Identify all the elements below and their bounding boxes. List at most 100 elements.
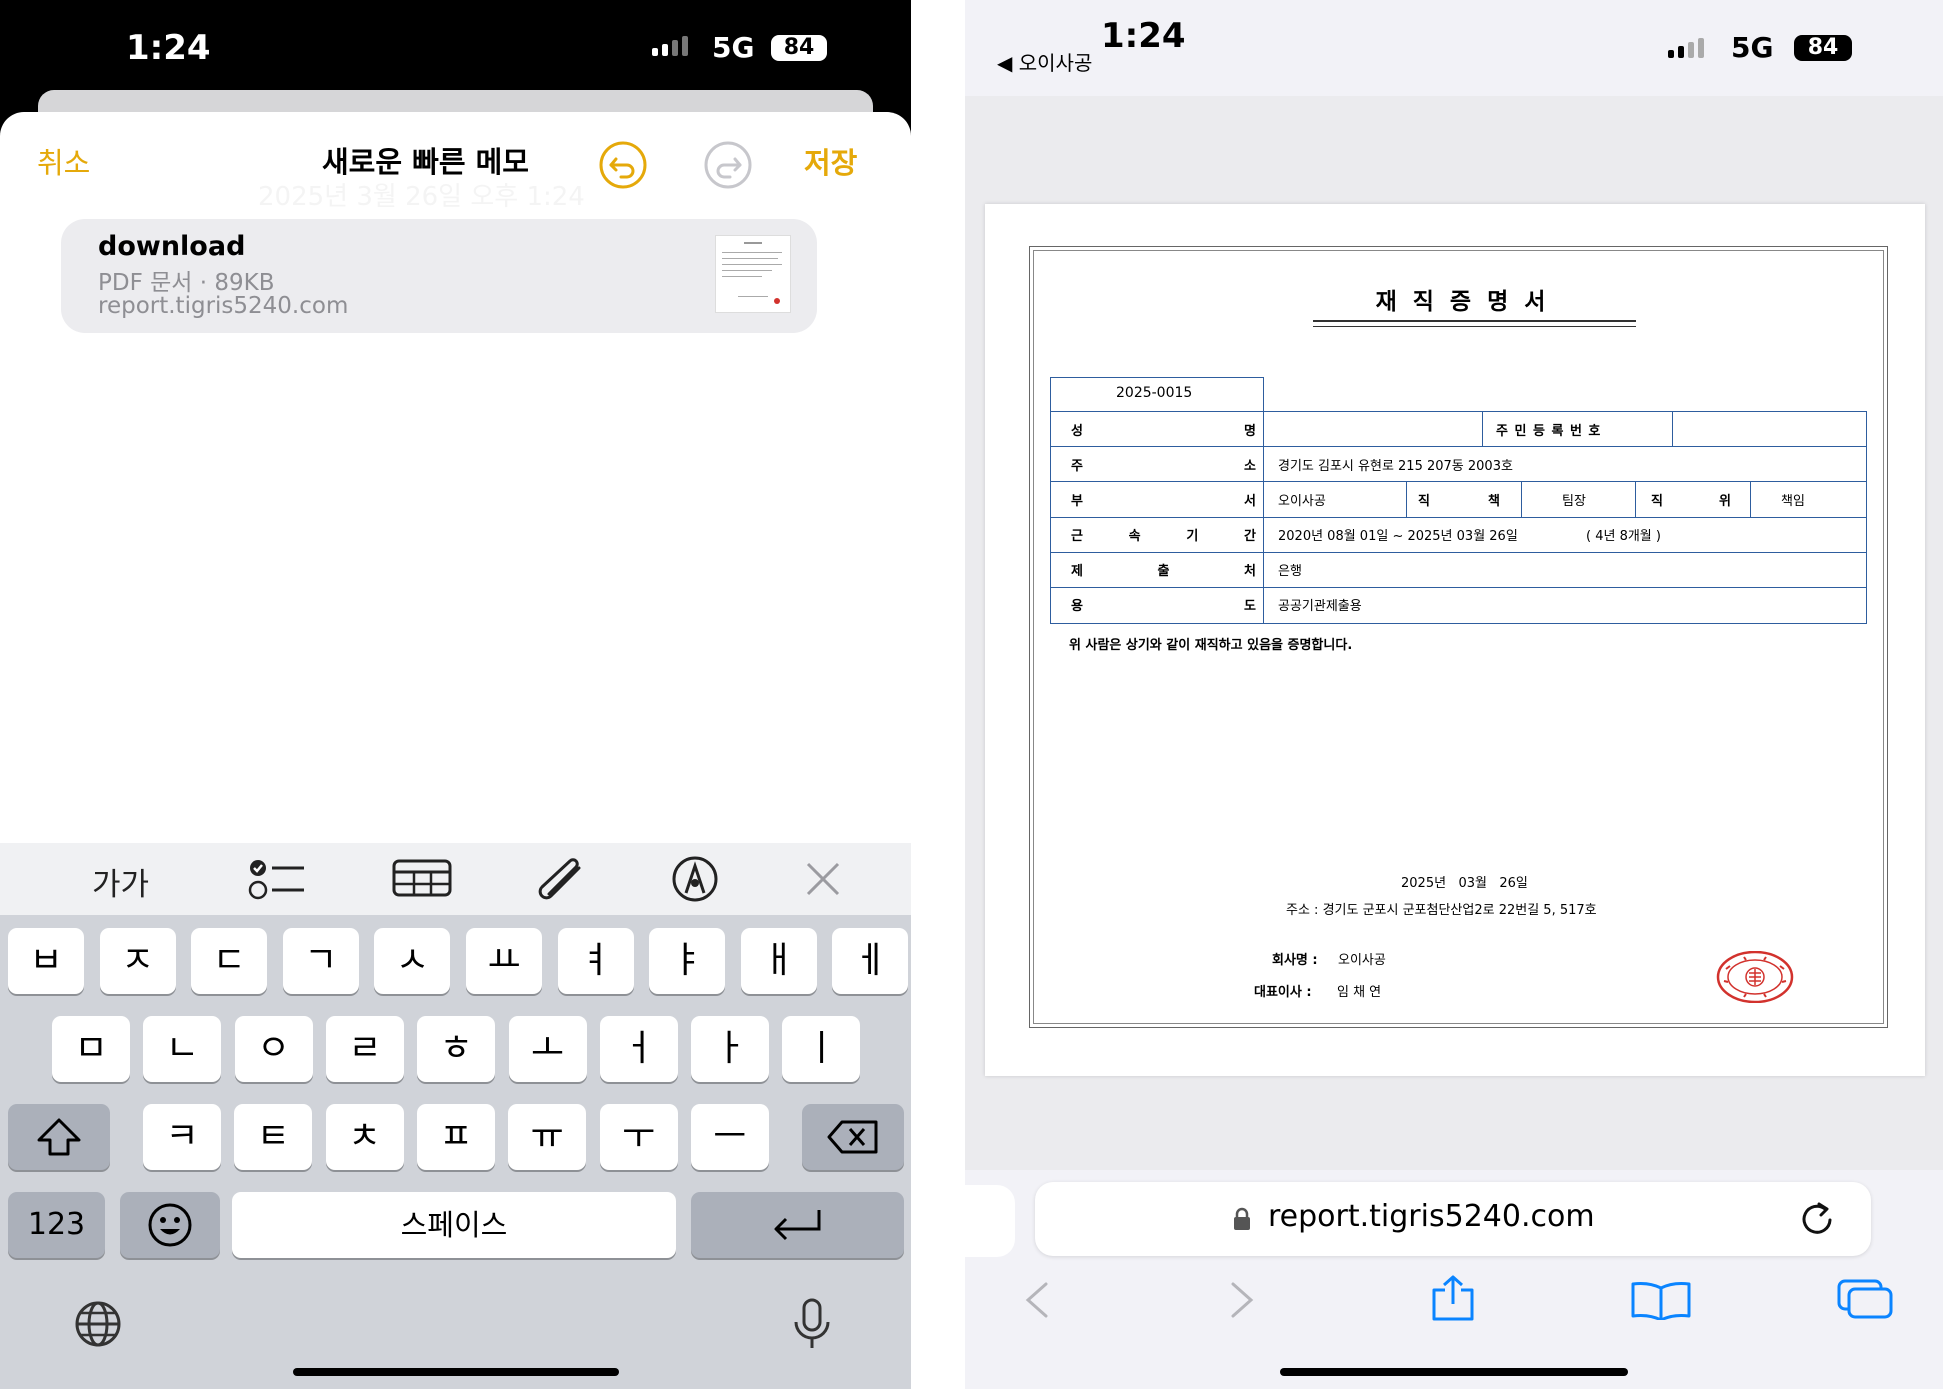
memo-title: 새로운 빠른 메모 bbox=[322, 145, 529, 179]
attachment-name: download bbox=[98, 231, 246, 262]
markup-pen-icon[interactable] bbox=[669, 856, 721, 902]
key-row2-8[interactable]: ㅣ bbox=[782, 1016, 861, 1082]
key-row3-3[interactable]: ㅍ bbox=[416, 1104, 495, 1170]
battery-icon: 84 bbox=[771, 35, 827, 61]
address-bar[interactable]: report.tigris5240.com bbox=[1035, 1182, 1871, 1256]
back-arrow-icon[interactable] bbox=[1022, 1281, 1052, 1319]
return-key[interactable] bbox=[691, 1192, 904, 1258]
status-time: 1:24 bbox=[126, 28, 211, 68]
company-seal bbox=[1716, 951, 1794, 1003]
key-row2-2[interactable]: ㅇ bbox=[234, 1016, 313, 1082]
key-row1-8[interactable]: ㅐ bbox=[740, 928, 817, 994]
undo-icon[interactable] bbox=[596, 138, 650, 192]
certification-statement: 위 사람은 상기와 같이 재직하고 있음을 증명합니다. bbox=[1069, 638, 1353, 653]
reload-icon[interactable] bbox=[1797, 1200, 1837, 1238]
signal-icon bbox=[1668, 38, 1704, 58]
key-row1-6[interactable]: ㅕ bbox=[557, 928, 634, 994]
space-key[interactable]: 스페이스 bbox=[232, 1192, 676, 1258]
address-value: 경기도 김포시 유현로 215 207동 2003호 bbox=[1278, 459, 1513, 474]
rank-value: 책임 bbox=[1781, 494, 1805, 509]
signal-icon bbox=[652, 36, 688, 56]
redo-icon[interactable] bbox=[701, 138, 755, 192]
numbers-key[interactable]: 123 bbox=[8, 1192, 105, 1258]
resident-number-label: 주 민 등 록 번 호 bbox=[1496, 424, 1602, 439]
key-row1-4[interactable]: ㅅ bbox=[374, 928, 451, 994]
period-extra: ( 4년 8개월 ) bbox=[1586, 529, 1661, 544]
forward-arrow-icon[interactable] bbox=[1227, 1281, 1257, 1319]
department-label: 부 서 bbox=[1071, 494, 1256, 509]
key-row1-1[interactable]: ㅈ bbox=[99, 928, 176, 994]
key-row1-3[interactable]: ㄱ bbox=[282, 928, 359, 994]
key-row1-7[interactable]: ㅑ bbox=[649, 928, 726, 994]
duty-value: 팀장 bbox=[1562, 494, 1586, 509]
address-label: 주 소 bbox=[1071, 459, 1256, 474]
checklist-icon[interactable] bbox=[248, 858, 306, 900]
key-row2-4[interactable]: ㅎ bbox=[417, 1016, 496, 1082]
key-row2-6[interactable]: ㅓ bbox=[599, 1016, 678, 1082]
format-toolbar: 가가 bbox=[0, 843, 911, 915]
name-label: 성 명 bbox=[1071, 424, 1256, 439]
period-label: 근 속 기 간 bbox=[1071, 529, 1256, 544]
bookmarks-icon[interactable] bbox=[1629, 1280, 1693, 1320]
back-to-app-link[interactable]: ◀ 오이사공 bbox=[997, 47, 1092, 76]
share-icon[interactable] bbox=[1428, 1274, 1478, 1322]
save-button[interactable]: 저장 bbox=[804, 140, 857, 182]
key-row1-5[interactable]: ㅛ bbox=[466, 928, 542, 994]
period-value: 2020년 08월 01일 ~ 2025년 03월 26일 bbox=[1278, 529, 1518, 544]
shift-key[interactable] bbox=[8, 1104, 110, 1170]
key-row3-6[interactable]: ㅡ bbox=[690, 1104, 769, 1170]
attachment-meta: PDF 문서 · 89KB bbox=[98, 270, 275, 296]
pdf-thumbnail bbox=[715, 235, 791, 313]
left-phone-screen: 1:24 5G 84 취소 새로운 빠른 메모 2025년 3월 26일 오후 … bbox=[0, 0, 911, 1389]
key-row2-3[interactable]: ㄹ bbox=[325, 1016, 404, 1082]
key-row3-2[interactable]: ㅊ bbox=[325, 1104, 404, 1170]
key-row1-0[interactable]: ㅂ bbox=[8, 928, 84, 994]
submit-to-value: 은행 bbox=[1278, 564, 1302, 579]
ceo-label: 대표이사 : bbox=[1254, 985, 1312, 1000]
paperclip-icon[interactable] bbox=[535, 856, 585, 902]
key-row3-5[interactable]: ㅜ bbox=[599, 1104, 678, 1170]
table-icon[interactable] bbox=[392, 859, 452, 897]
purpose-value: 공공기관제출용 bbox=[1278, 599, 1362, 614]
doc-number: 2025-0015 bbox=[1116, 385, 1193, 401]
url-text: report.tigris5240.com bbox=[1268, 1199, 1595, 1234]
attachment-domain: report.tigris5240.com bbox=[98, 293, 349, 319]
ceo-name: 임 채 연 bbox=[1337, 985, 1382, 1000]
info-table bbox=[1050, 411, 1867, 624]
issue-date: 2025년 03월 26일 bbox=[1401, 876, 1528, 891]
keyboard: ㅂㅈㄷㄱㅅㅛㅕㅑㅐㅔ ㅁㄴㅇㄹㅎㅗㅓㅏㅣ ㅋㅌㅊㅍㅠㅜㅡ 123 스페이스 bbox=[0, 915, 911, 1389]
previous-tab-preview[interactable] bbox=[965, 1185, 1015, 1257]
right-phone-screen: 1:24 ◀ 오이사공 5G 84 재 직 증 명 서 2025-0015 성 … bbox=[965, 0, 1943, 1389]
lock-icon bbox=[1234, 1207, 1250, 1230]
microphone-icon[interactable] bbox=[788, 1298, 836, 1350]
emoji-key[interactable] bbox=[120, 1192, 220, 1258]
home-indicator bbox=[293, 1368, 619, 1376]
pdf-page: 재 직 증 명 서 2025-0015 성 명 주 민 등 록 번 호 주 소 … bbox=[985, 204, 1925, 1076]
key-row3-4[interactable]: ㅠ bbox=[508, 1104, 587, 1170]
network-label: 5G bbox=[1731, 31, 1774, 64]
company-name: 오이사공 bbox=[1338, 953, 1386, 968]
status-time: 1:24 bbox=[1101, 16, 1186, 56]
text-format-button[interactable]: 가가 bbox=[92, 859, 149, 904]
company-name-label: 회사명 : bbox=[1272, 953, 1318, 968]
key-row2-0[interactable]: ㅁ bbox=[52, 1016, 130, 1082]
key-row3-0[interactable]: ㅋ bbox=[143, 1104, 221, 1170]
battery-icon: 84 bbox=[1794, 35, 1852, 61]
title-underline bbox=[1313, 320, 1636, 327]
key-row2-5[interactable]: ㅗ bbox=[508, 1016, 587, 1082]
key-row3-1[interactable]: ㅌ bbox=[234, 1104, 313, 1170]
key-row2-7[interactable]: ㅏ bbox=[691, 1016, 770, 1082]
attachment-card[interactable]: download PDF 문서 · 89KB report.tigris5240… bbox=[61, 219, 817, 333]
key-row1-9[interactable]: ㅔ bbox=[832, 928, 909, 994]
key-row2-1[interactable]: ㄴ bbox=[143, 1016, 222, 1082]
cancel-button[interactable]: 취소 bbox=[37, 140, 90, 182]
rank-label: 직 위 bbox=[1651, 494, 1731, 509]
submit-to-label: 제 출 처 bbox=[1071, 564, 1256, 579]
tabs-icon[interactable] bbox=[1837, 1279, 1895, 1319]
close-icon[interactable] bbox=[805, 861, 841, 897]
key-row1-2[interactable]: ㄷ bbox=[191, 928, 268, 994]
globe-icon[interactable] bbox=[66, 1300, 130, 1348]
company-address: 주소 : 경기도 군포시 군포첨단산업2로 22번길 5, 517호 bbox=[1286, 903, 1597, 918]
delete-key[interactable] bbox=[802, 1104, 904, 1170]
department-value: 오이사공 bbox=[1278, 494, 1326, 509]
